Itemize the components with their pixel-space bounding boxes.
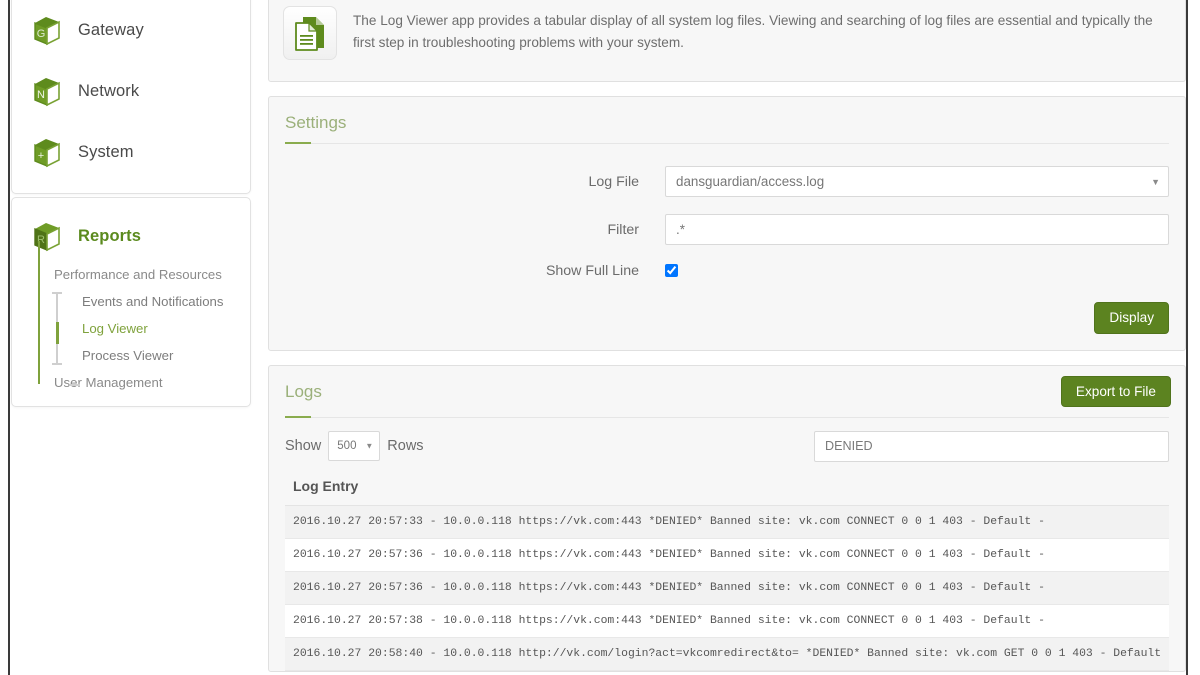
log-file-label: Log File — [588, 173, 639, 190]
rows-per-page-group: Show 500 ▼ Rows — [285, 431, 424, 462]
sidebar-item-process-viewer[interactable]: Process Viewer — [74, 342, 250, 369]
sidebar-item-system[interactable]: + System — [12, 122, 250, 183]
document-pages-icon — [283, 6, 337, 60]
log-file-select[interactable]: dansguardian/access.log — [665, 166, 1169, 197]
tree-spine — [38, 241, 40, 384]
log-viewer-page: C Cloud G Gateway — [0, 0, 1200, 675]
settings-form: Log File dansguardian/access.log ▼ Filte… — [269, 144, 1185, 302]
settings-rule — [285, 143, 1169, 144]
logs-title: Logs — [285, 381, 322, 401]
sidebar-item-label: Network — [78, 82, 140, 100]
filter-row: Filter — [285, 214, 1169, 245]
sidebar-item-events-and-notifications[interactable]: Events and Notifications — [74, 288, 250, 315]
sidebar-item-label: Reports — [78, 227, 142, 245]
filter-input[interactable] — [665, 214, 1169, 245]
logs-search-input[interactable] — [814, 430, 1169, 462]
vertical-scrollbar[interactable] — [1186, 0, 1200, 675]
settings-header: Settings — [269, 97, 1185, 144]
log-entry-column-header: Log Entry — [285, 468, 1169, 506]
sidebar-item-label: System — [78, 143, 134, 161]
log-file-row: Log File dansguardian/access.log ▼ — [285, 166, 1169, 197]
sidebar-item-log-viewer[interactable]: Log Viewer — [74, 315, 250, 342]
window-left-border — [8, 0, 10, 675]
sidebar-group-label: User Management — [54, 375, 163, 390]
svg-text:+: + — [38, 150, 44, 162]
sidebar-subitem-label: Process Viewer — [82, 348, 174, 363]
sidebar-item-gateway[interactable]: G Gateway — [12, 0, 250, 61]
sidebar-subitem-label: Events and Notifications — [82, 294, 224, 309]
sidebar: C Cloud G Gateway — [11, 0, 251, 407]
sub-tree-cap-top — [52, 292, 62, 294]
export-to-file-button[interactable]: Export to File — [1060, 375, 1171, 408]
info-banner: The Log Viewer app provides a tabular di… — [269, 0, 1185, 81]
sidebar-group-user-management[interactable]: User Management — [48, 369, 250, 392]
cube-network-icon: N — [32, 76, 62, 108]
table-row[interactable]: 2016.10.27 20:57:33 - 10.0.0.118 https:/… — [285, 505, 1169, 539]
rows-per-page-select[interactable]: 500 — [328, 431, 381, 462]
sidebar-subitem-label: Log Viewer — [82, 321, 148, 336]
cube-reports-icon: R — [32, 221, 62, 253]
show-full-line-row: Show Full Line — [285, 262, 1169, 280]
logs-header: Logs Export to File — [269, 366, 1185, 418]
cube-system-icon: + — [32, 137, 62, 169]
svg-text:N: N — [37, 89, 45, 101]
settings-actions: Display — [269, 302, 1185, 350]
sub-tree-cap-bottom — [52, 363, 62, 365]
sidebar-primary-nav-card: C Cloud G Gateway — [11, 0, 251, 194]
tree-cap-bottom — [70, 384, 80, 386]
logs-controls: Show 500 ▼ Rows — [269, 418, 1185, 468]
logs-panel: Logs Export to File Show 500 ▼ Rows DENI… — [268, 364, 1186, 672]
sidebar-group-label: Performance and Resources — [54, 267, 222, 282]
settings-panel: Settings Log File dansguardian/access.lo… — [268, 96, 1186, 351]
show-full-line-label: Show Full Line — [545, 263, 639, 279]
table-row[interactable]: 2016.10.27 20:57:36 - 10.0.0.118 https:/… — [285, 571, 1169, 605]
show-full-line-checkbox[interactable] — [665, 264, 678, 278]
main-content: The Log Viewer app provides a tabular di… — [268, 0, 1186, 675]
reports-subtree: Performance and Resources Events and Not… — [12, 241, 250, 396]
info-banner-text: The Log Viewer app provides a tabular di… — [353, 13, 1153, 51]
logs-rule — [285, 416, 1169, 418]
table-row[interactable]: 2016.10.27 20:57:38 - 10.0.0.118 https:/… — [285, 604, 1169, 638]
display-button[interactable]: Display — [1094, 302, 1169, 334]
info-banner-panel: The Log Viewer app provides a tabular di… — [268, 0, 1186, 82]
settings-accent-underline — [285, 142, 311, 144]
show-label: Show — [285, 438, 322, 455]
sidebar-reports-card: R Reports Performance and Resources Even… — [11, 197, 251, 407]
sidebar-item-label: Gateway — [78, 21, 144, 39]
sidebar-item-network[interactable]: N Network — [12, 61, 250, 122]
logs-table: Log Entry 2016.10.27 20:57:33 - 10.0.0.1… — [269, 468, 1185, 671]
performance-children: Events and Notifications Log Viewer Proc… — [48, 288, 250, 369]
filter-label: Filter — [607, 221, 639, 238]
cube-gateway-icon: G — [32, 15, 62, 47]
sidebar-item-reports[interactable]: R Reports — [12, 206, 250, 267]
svg-text:G: G — [37, 28, 46, 40]
rows-label: Rows — [387, 438, 424, 455]
logs-accent-underline — [285, 415, 311, 418]
settings-title: Settings — [285, 113, 347, 132]
active-item-marker — [56, 322, 59, 344]
sidebar-group-performance-and-resources[interactable]: Performance and Resources — [48, 261, 250, 288]
table-row[interactable]: 2016.10.27 20:58:40 - 10.0.0.118 http://… — [285, 637, 1169, 671]
table-row[interactable]: 2016.10.27 20:57:36 - 10.0.0.118 https:/… — [285, 538, 1169, 572]
